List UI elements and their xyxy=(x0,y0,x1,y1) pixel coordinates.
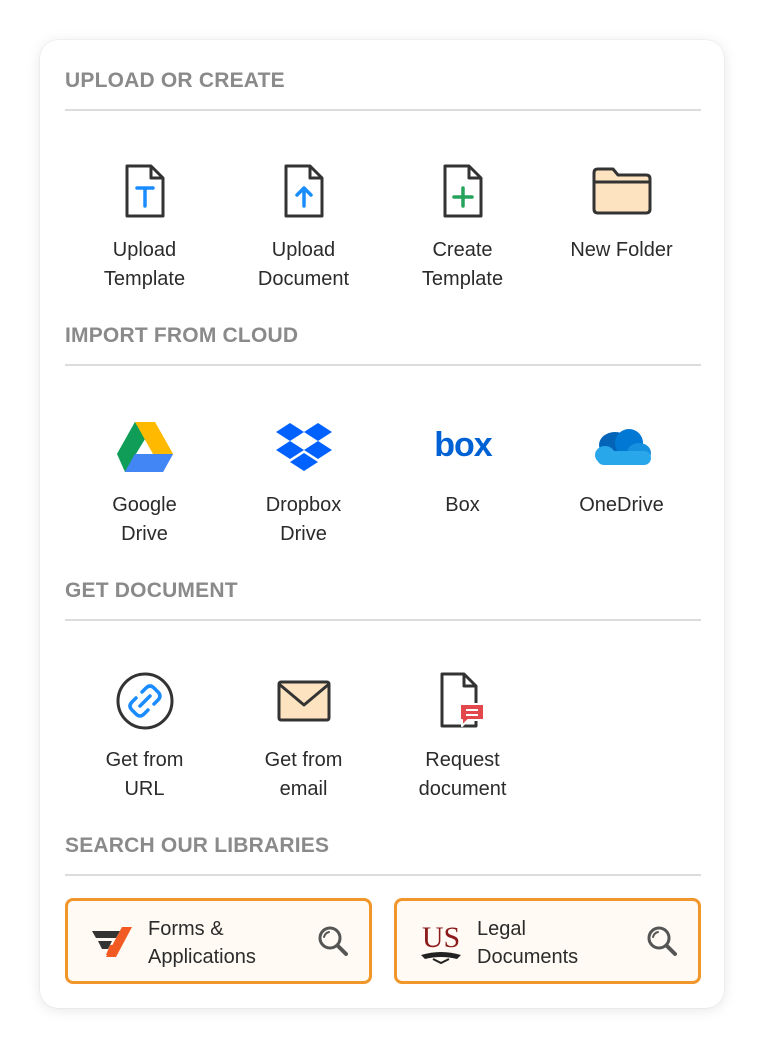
section-title-libraries: SEARCH OUR LIBRARIES xyxy=(65,834,330,857)
us-legal-logo-icon: US xyxy=(417,919,465,965)
forms-logo-icon xyxy=(88,919,136,965)
tile-label: Get from email xyxy=(264,749,343,800)
google-drive-tile[interactable]: Google Drive xyxy=(65,405,224,555)
box-icon: box xyxy=(383,415,542,477)
dropbox-tile[interactable]: Dropbox Drive xyxy=(224,405,383,555)
get-grid: Get from URL Get from email Request docu… xyxy=(65,660,701,810)
library-label: Legal Documents xyxy=(477,918,579,968)
tile-label: Dropbox Drive xyxy=(265,494,342,545)
tile-label: OneDrive xyxy=(579,494,664,516)
document-source-panel: UPLOAD OR CREATE Upload Template Upload … xyxy=(40,40,724,1008)
get-from-email-tile[interactable]: Get from email xyxy=(224,660,383,810)
tile-label: Upload Document xyxy=(257,239,350,290)
forms-applications-button[interactable]: Forms & Applications xyxy=(65,898,372,984)
upload-grid: Upload Template Upload Document Create T… xyxy=(65,150,701,300)
svg-text:box: box xyxy=(434,426,493,464)
tile-label: Box xyxy=(445,494,480,516)
upload-document-tile[interactable]: Upload Document xyxy=(224,150,383,300)
box-tile[interactable]: box Box xyxy=(383,405,542,555)
onedrive-icon xyxy=(542,415,701,477)
google-drive-icon xyxy=(65,415,224,477)
divider xyxy=(65,364,701,366)
create-template-icon xyxy=(383,160,542,222)
section-title-get: GET DOCUMENT xyxy=(65,579,238,602)
dropbox-icon xyxy=(224,415,383,477)
upload-template-icon xyxy=(65,160,224,222)
legal-documents-button[interactable]: US Legal Documents xyxy=(394,898,701,984)
library-label: Forms & Applications xyxy=(148,918,256,968)
tile-label: Create Template xyxy=(421,239,504,290)
request-document-icon xyxy=(383,670,542,732)
svg-text:US: US xyxy=(422,921,460,954)
divider xyxy=(65,109,701,111)
cloud-grid: Google Drive Dropbox Drive box Box OneDr… xyxy=(65,405,701,555)
upload-document-icon xyxy=(224,160,383,222)
tile-label: Google Drive xyxy=(112,494,177,545)
section-title-cloud: IMPORT FROM CLOUD xyxy=(65,324,299,347)
search-icon xyxy=(318,926,348,956)
request-document-tile[interactable]: Request document xyxy=(383,660,542,810)
search-icon xyxy=(647,926,677,956)
divider xyxy=(65,874,701,876)
create-template-tile[interactable]: Create Template xyxy=(383,150,542,300)
new-folder-tile[interactable]: New Folder xyxy=(542,150,701,300)
link-icon xyxy=(65,670,224,732)
onedrive-tile[interactable]: OneDrive xyxy=(542,405,701,555)
tile-label: Get from URL xyxy=(105,749,184,800)
envelope-icon xyxy=(224,670,383,732)
folder-icon xyxy=(542,160,701,222)
tile-label: New Folder xyxy=(570,239,673,261)
upload-template-tile[interactable]: Upload Template xyxy=(65,150,224,300)
tile-label: Upload Template xyxy=(103,239,186,290)
divider xyxy=(65,619,701,621)
get-from-url-tile[interactable]: Get from URL xyxy=(65,660,224,810)
section-title-upload: UPLOAD OR CREATE xyxy=(65,69,285,92)
tile-label: Request document xyxy=(418,749,507,800)
